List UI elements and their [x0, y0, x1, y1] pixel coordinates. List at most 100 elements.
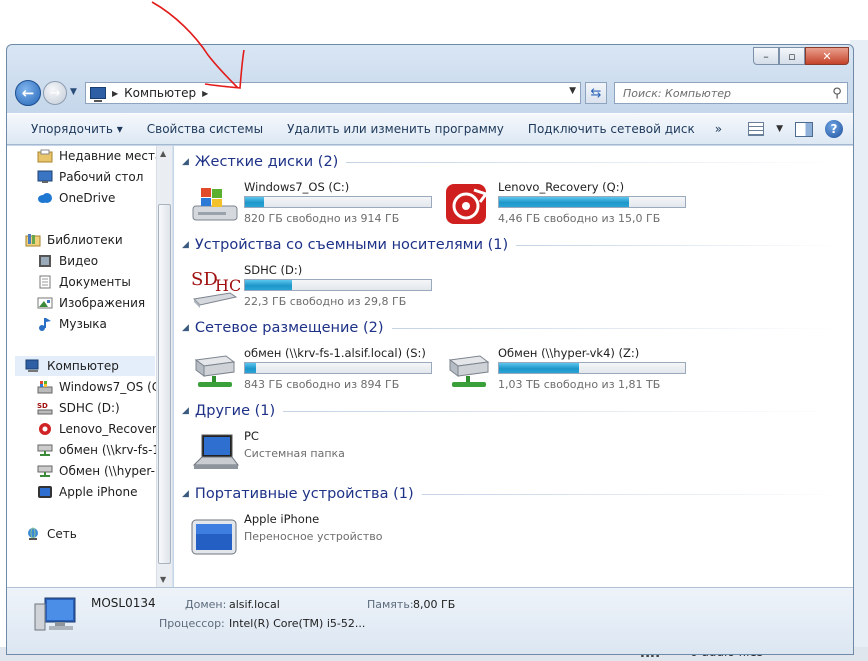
search-input[interactable]: Поиск: Компьютер ⚲: [614, 82, 848, 104]
nav-item-iphone[interactable]: Apple iPhone: [37, 482, 137, 502]
search-icon[interactable]: ⚲: [827, 86, 847, 101]
address-bar[interactable]: ▶ Компьютер ▶ ▼: [85, 82, 581, 104]
drive-name: Windows7_OS (C:): [244, 180, 350, 194]
nav-item-video[interactable]: Видео: [37, 251, 98, 271]
drive-tile-d[interactable]: SD HC SDHC (D:) 22,3 ГБ свободно из 29,8…: [190, 263, 440, 313]
toolbar-right: ▼ ?: [748, 120, 843, 138]
nav-item-drive-z[interactable]: Обмен (\\hyper-: [37, 461, 155, 481]
collapse-triangle-icon[interactable]: ◢: [182, 406, 189, 416]
drive-free-space: 4,46 ГБ свободно из 15,0 ГБ: [498, 212, 661, 225]
network-drive-icon: [37, 443, 53, 457]
nav-item-libraries[interactable]: Библиотеки: [25, 230, 123, 250]
organize-button[interactable]: Упорядочить ▾: [7, 122, 135, 136]
change-view-icon[interactable]: [748, 122, 765, 136]
portable-device-icon: [37, 485, 53, 499]
drive-free-space: 820 ГБ свободно из 914 ГБ: [244, 212, 400, 225]
address-dropdown-icon[interactable]: ▼: [569, 86, 576, 96]
group-header-network[interactable]: ◢ Сетевое размещение (2): [182, 320, 842, 336]
more-commands-button[interactable]: »: [707, 122, 730, 136]
item-tile-pc[interactable]: PC Системная папка: [190, 429, 440, 479]
drive-tile-s[interactable]: обмен (\\krv-fs-1.alsif.local) (S:) 843 …: [190, 346, 440, 396]
drive-usage-fill: [245, 280, 292, 290]
minimize-button[interactable]: –: [753, 47, 779, 65]
nav-item-label: Компьютер: [47, 359, 119, 373]
nav-item-onedrive[interactable]: OneDrive: [37, 188, 115, 208]
nav-item-computer[interactable]: Компьютер: [15, 356, 155, 376]
help-icon[interactable]: ?: [825, 120, 843, 138]
collapse-triangle-icon[interactable]: ◢: [182, 157, 189, 167]
breadcrumb-computer[interactable]: Компьютер: [124, 86, 196, 100]
nav-item-label: обмен (\\krv-fs-1: [59, 443, 161, 457]
cpu-value: Intel(R) Core(TM) i5-52...: [229, 617, 366, 630]
collapse-triangle-icon[interactable]: ◢: [182, 323, 189, 333]
nav-item-label: Недавние места: [59, 149, 163, 163]
uninstall-program-button[interactable]: Удалить или изменить программу: [275, 122, 516, 136]
windows-drive-icon: [37, 380, 53, 394]
nav-item-drive-q[interactable]: Lenovo_Recovery: [37, 419, 164, 439]
group-header-hdd[interactable]: ◢ Жесткие диски (2): [182, 154, 842, 170]
nav-item-recent-places[interactable]: Недавние места: [37, 146, 162, 166]
maximize-button[interactable]: ▫: [779, 47, 805, 65]
libraries-icon: [25, 233, 41, 247]
breadcrumb-chevron-icon[interactable]: ▶: [112, 89, 118, 98]
memory-label: Память:: [367, 598, 414, 611]
nav-item-documents[interactable]: Документы: [37, 272, 131, 292]
map-network-drive-button[interactable]: Подключить сетевой диск: [516, 122, 707, 136]
view-dropdown-icon[interactable]: ▼: [776, 124, 783, 134]
scroll-up-arrow-icon[interactable]: ▲: [160, 149, 166, 158]
group-header-other[interactable]: ◢ Другие (1): [182, 403, 842, 419]
group-title: Устройства со съемными носителями (1): [194, 237, 509, 253]
drive-name: Обмен (\\hyper-vk4) (Z:): [498, 346, 640, 360]
nav-item-drive-d[interactable]: SD SDHC (D:): [37, 398, 120, 418]
group-divider: [421, 493, 842, 495]
breadcrumb-chevron-icon[interactable]: ▶: [202, 89, 208, 98]
network-drive-icon: [448, 355, 490, 387]
explorer-window: – ▫ ✕ ← → ▼ ▶ Компьютер ▶ ▼ ⇆ Поиск: Ком…: [6, 44, 854, 655]
content-pane: ◢ Жесткие диски (2) Windows7_OS (C:) 820…: [174, 146, 853, 587]
group-header-removable[interactable]: ◢ Устройства со съемными носителями (1): [182, 237, 842, 253]
computer-name: MOSL0134: [91, 596, 156, 610]
nav-item-pictures[interactable]: Изображения: [37, 293, 145, 313]
system-properties-button[interactable]: Свойства системы: [135, 122, 275, 136]
forward-button[interactable]: →: [43, 81, 67, 105]
drive-free-space: 22,3 ГБ свободно из 29,8 ГБ: [244, 295, 407, 308]
item-name: PC: [244, 429, 259, 443]
navigation-pane: Недавние места Рабочий стол OneDrive Биб…: [7, 146, 173, 587]
drive-usage-fill: [499, 363, 579, 373]
group-header-portable[interactable]: ◢ Портативные устройства (1): [182, 486, 842, 502]
scroll-down-arrow-icon[interactable]: ▼: [160, 575, 166, 584]
nav-item-drive-s[interactable]: обмен (\\krv-fs-1: [37, 440, 160, 460]
scrollbar-thumb[interactable]: [158, 204, 171, 564]
close-button[interactable]: ✕: [805, 47, 849, 65]
recovery-drive-icon: [446, 184, 489, 224]
nav-item-label: Lenovo_Recovery: [59, 422, 164, 436]
drive-usage-fill: [245, 197, 264, 207]
sd-card-icon: SD HC: [191, 269, 240, 308]
nav-item-label: OneDrive: [59, 191, 116, 205]
desktop-background: [0, 0, 868, 44]
preview-pane-icon[interactable]: [795, 121, 813, 137]
drive-usage-fill: [499, 197, 630, 207]
drive-tile-q[interactable]: Lenovo_Recovery (Q:) 4,46 ГБ свободно из…: [444, 180, 694, 230]
back-button[interactable]: ←: [15, 80, 41, 106]
nav-item-music[interactable]: Музыка: [37, 314, 107, 334]
nav-item-desktop[interactable]: Рабочий стол: [37, 167, 143, 187]
history-dropdown-icon[interactable]: ▼: [70, 87, 77, 97]
nav-item-drive-c[interactable]: Windows7_OS (C: [37, 377, 160, 397]
refresh-button[interactable]: ⇆: [585, 82, 607, 104]
music-icon: [37, 317, 53, 331]
item-tile-iphone[interactable]: Apple iPhone Переносное устройство: [190, 512, 440, 562]
group-divider: [346, 161, 842, 163]
group-title: Сетевое размещение (2): [194, 320, 384, 336]
drive-tile-c[interactable]: Windows7_OS (C:) 820 ГБ свободно из 914 …: [190, 180, 440, 230]
nav-item-network[interactable]: Сеть: [25, 524, 77, 544]
collapse-triangle-icon[interactable]: ◢: [182, 240, 189, 250]
drive-free-space: 843 ГБ свободно из 894 ГБ: [244, 378, 400, 391]
drive-tile-z[interactable]: Обмен (\\hyper-vk4) (Z:) 1,03 ТБ свободн…: [444, 346, 694, 396]
collapse-triangle-icon[interactable]: ◢: [182, 489, 189, 499]
computer-icon: [34, 597, 76, 631]
nav-pane-scrollbar[interactable]: ▲ ▼: [156, 146, 172, 587]
drive-usage-bar: [498, 362, 686, 374]
computer-icon: [90, 87, 106, 102]
desktop-icon: [37, 170, 53, 184]
